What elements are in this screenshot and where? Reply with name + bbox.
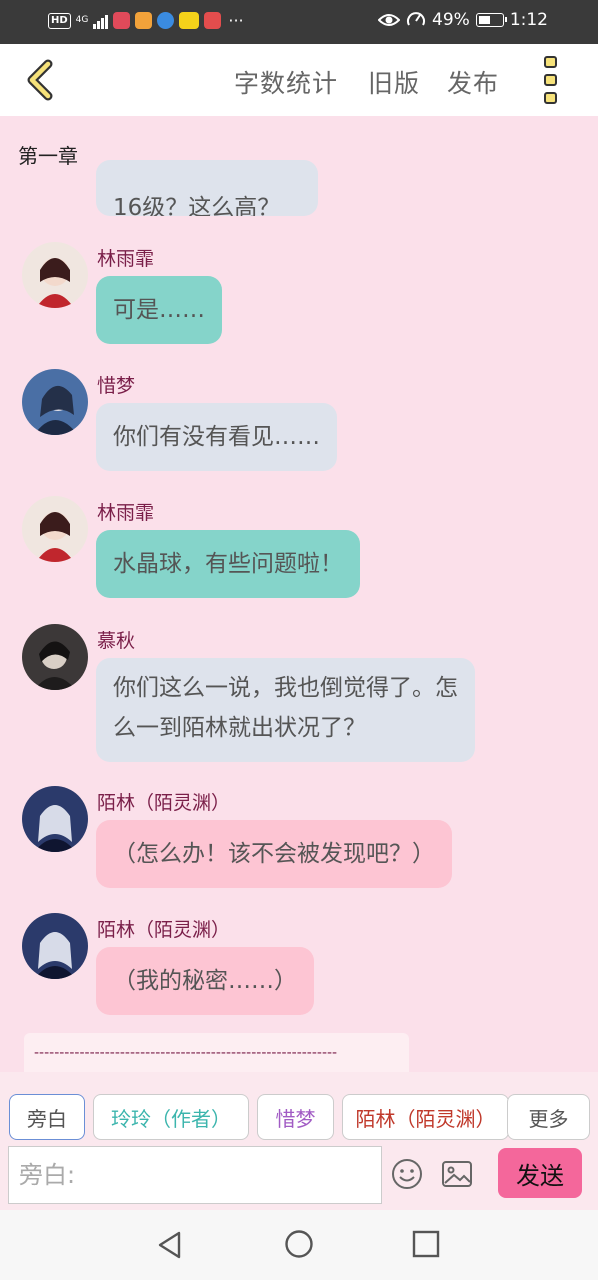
composer: 旁白: 发送 bbox=[0, 1144, 598, 1210]
message-input[interactable]: 旁白: bbox=[8, 1146, 382, 1204]
avatar[interactable] bbox=[22, 913, 88, 979]
avatar[interactable] bbox=[22, 369, 88, 435]
sender-name: 林雨霏 bbox=[97, 502, 155, 524]
status-bar: HD 4G ··· 49% 1:12 bbox=[0, 0, 598, 44]
role-label: 旁白 bbox=[27, 1106, 67, 1131]
role-label: 陌林（陌灵渊） bbox=[355, 1106, 496, 1131]
old-version-button[interactable]: 旧版 bbox=[368, 64, 420, 100]
battery-percent: 49% bbox=[432, 10, 470, 30]
message-bubble: 16级？这么高？ bbox=[96, 160, 318, 216]
kebab-menu-icon[interactable] bbox=[538, 56, 562, 104]
scene-separator: ----------------------------------------… bbox=[24, 1033, 409, 1072]
sender-name: 陌林（陌灵渊） bbox=[97, 919, 231, 941]
avatar[interactable] bbox=[22, 496, 88, 562]
top-toolbar: 字数统计 旧版 发布 bbox=[0, 44, 598, 116]
message-bubble: （我的秘密……） bbox=[96, 947, 314, 1015]
sender-name: 林雨霏 bbox=[97, 248, 155, 270]
battery-icon bbox=[475, 13, 507, 27]
app-notification-icon bbox=[157, 12, 175, 29]
app-notification-icon bbox=[135, 12, 153, 29]
message-bubble: 水晶球，有些问题啦！ bbox=[96, 530, 360, 598]
chapter-title: 第一章 bbox=[18, 144, 78, 168]
chat-area[interactable]: 16级？这么高？ 林雨霏 可是…… 惜梦 你们有没有看见…… 林雨霏 水晶球，有… bbox=[0, 116, 598, 1072]
sender-name: 慕秋 bbox=[97, 630, 136, 652]
role-more-button[interactable]: 更多 bbox=[507, 1094, 590, 1140]
message-bubble: 你们有没有看见…… bbox=[96, 403, 337, 471]
signal-icon bbox=[93, 13, 109, 29]
system-nav-bar bbox=[0, 1210, 598, 1280]
app-notification-icon bbox=[113, 12, 131, 29]
hd-badge: HD bbox=[48, 12, 71, 29]
eye-icon bbox=[378, 14, 401, 26]
avatar[interactable] bbox=[22, 624, 88, 690]
role-label: 更多 bbox=[528, 1106, 569, 1131]
nav-recents-icon[interactable] bbox=[412, 1230, 440, 1258]
chevron-left-icon[interactable] bbox=[20, 58, 64, 102]
message-bubble: 可是…… bbox=[96, 276, 222, 344]
speed-icon bbox=[407, 12, 426, 26]
role-label: 玲玲（作者） bbox=[111, 1106, 231, 1131]
sender-name: 惜梦 bbox=[97, 375, 136, 397]
role-ximeng[interactable]: 惜梦 bbox=[257, 1094, 334, 1140]
publish-button[interactable]: 发布 bbox=[447, 64, 499, 100]
avatar[interactable] bbox=[22, 786, 88, 852]
avatar[interactable] bbox=[22, 242, 88, 308]
app-notification-icon bbox=[179, 12, 200, 29]
app-notification-icon bbox=[204, 12, 222, 29]
separator-line: ----------------------------------------… bbox=[34, 1045, 338, 1061]
message-bubble: 你们这么一说，我也倒觉得了。怎 么一到陌林就出状况了？ bbox=[96, 658, 475, 762]
emoji-icon[interactable] bbox=[391, 1158, 423, 1190]
role-narrator[interactable]: 旁白 bbox=[9, 1094, 85, 1140]
role-label: 惜梦 bbox=[275, 1106, 316, 1131]
nav-home-icon[interactable] bbox=[284, 1229, 314, 1259]
send-button[interactable]: 发送 bbox=[498, 1148, 582, 1198]
more-notifications-icon: ··· bbox=[228, 11, 244, 30]
message-bubble: （怎么办！该不会被发现吧？） bbox=[96, 820, 452, 888]
image-icon[interactable] bbox=[441, 1158, 473, 1190]
role-lingling[interactable]: 玲玲（作者） bbox=[93, 1094, 249, 1140]
word-count-button[interactable]: 字数统计 bbox=[234, 64, 338, 100]
sender-name: 陌林（陌灵渊） bbox=[97, 792, 231, 814]
role-molin[interactable]: 陌林（陌灵渊） bbox=[342, 1094, 509, 1140]
network-type: 4G bbox=[75, 15, 89, 25]
clock: 1:12 bbox=[509, 10, 548, 30]
role-selector: 旁白 玲玲（作者） 惜梦 陌林（陌灵渊） 更多 bbox=[0, 1072, 598, 1144]
nav-back-icon[interactable] bbox=[155, 1230, 185, 1260]
